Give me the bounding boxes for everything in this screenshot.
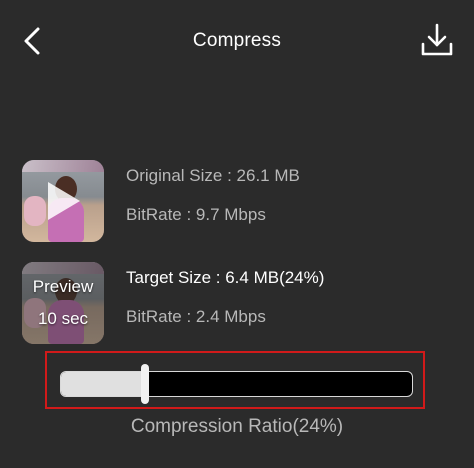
compression-slider-track[interactable] bbox=[60, 371, 413, 397]
page-title: Compress bbox=[192, 30, 282, 51]
preview-thumbnail[interactable]: Preview 10 sec bbox=[22, 262, 104, 344]
target-video-card: Preview 10 sec Target Size : 6.4 MB(24%)… bbox=[22, 262, 474, 344]
thumbnail-dim bbox=[22, 262, 104, 344]
top-bar: Compress bbox=[0, 0, 474, 84]
play-icon[interactable] bbox=[48, 182, 80, 220]
download-icon[interactable] bbox=[420, 22, 454, 58]
target-size-text: Target Size : 6.4 MB(24%) bbox=[126, 268, 325, 287]
compression-slider-handle[interactable] bbox=[141, 364, 149, 404]
preview-label: Preview bbox=[32, 277, 94, 296]
compression-ratio-label: Compression Ratio(24%) bbox=[130, 416, 344, 437]
original-size-text: Original Size : 26.1 MB bbox=[126, 166, 300, 185]
thumbnail-overlay bbox=[22, 160, 104, 172]
original-bitrate-text: BitRate : 9.7 Mbps bbox=[126, 205, 266, 224]
compression-slider-fill bbox=[61, 372, 146, 396]
target-bitrate-text: BitRate : 2.4 Mbps bbox=[126, 307, 266, 326]
original-video-thumbnail[interactable] bbox=[22, 160, 104, 242]
preview-duration: 10 sec bbox=[37, 309, 89, 328]
original-video-card: Original Size : 26.1 MB BitRate : 9.7 Mb… bbox=[22, 160, 474, 242]
thumbnail-figure bbox=[24, 196, 46, 226]
